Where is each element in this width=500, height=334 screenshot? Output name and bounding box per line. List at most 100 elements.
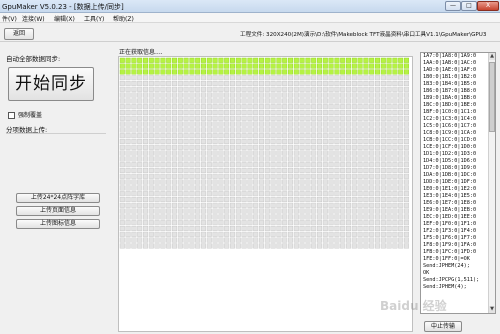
- progress-cell-empty: [404, 81, 410, 87]
- progress-cell-empty: [125, 104, 131, 110]
- progress-cell-empty: [235, 144, 241, 150]
- maximize-button[interactable]: □: [461, 1, 477, 11]
- menu-tools[interactable]: 工具(Y): [84, 14, 104, 23]
- progress-cell-empty: [264, 173, 270, 179]
- progress-cell-filled: [398, 63, 404, 69]
- progress-cell-empty: [131, 185, 137, 191]
- progress-cell-empty: [375, 237, 381, 243]
- progress-cell-empty: [258, 225, 264, 231]
- progress-cell-empty: [131, 110, 137, 116]
- progress-cell-empty: [148, 133, 154, 139]
- progress-cell-empty: [270, 179, 276, 185]
- progress-cell-empty: [351, 127, 357, 133]
- progress-cell-empty: [322, 196, 328, 202]
- watermark: Baidu 经验: [380, 299, 447, 313]
- log-line: Send:JPCPG(1,511);: [423, 277, 480, 283]
- progress-cell-empty: [363, 138, 369, 144]
- progress-cell-empty: [369, 237, 375, 243]
- progress-cell-empty: [119, 231, 125, 237]
- progress-cell-empty: [206, 144, 212, 150]
- progress-cell-empty: [241, 231, 247, 237]
- progress-cell-filled: [270, 57, 276, 63]
- menu-help[interactable]: 帮助(Z): [113, 14, 134, 23]
- progress-cell-empty: [282, 220, 288, 226]
- progress-cell-filled: [305, 69, 311, 75]
- progress-cell-empty: [253, 208, 259, 214]
- progress-cell-empty: [282, 243, 288, 249]
- progress-cell-empty: [345, 110, 351, 116]
- progress-cell-empty: [369, 220, 375, 226]
- progress-cell-empty: [369, 167, 375, 173]
- progress-cell-empty: [305, 81, 311, 87]
- progress-cell-empty: [392, 144, 398, 150]
- progress-cell-empty: [166, 196, 172, 202]
- progress-cell-empty: [247, 179, 253, 185]
- progress-cell-empty: [311, 104, 317, 110]
- progress-cell-empty: [328, 179, 334, 185]
- progress-cell-empty: [322, 179, 328, 185]
- progress-cell-empty: [253, 150, 259, 156]
- progress-cell-empty: [264, 196, 270, 202]
- progress-cell-empty: [293, 133, 299, 139]
- checkbox-box[interactable]: [8, 112, 15, 119]
- progress-cell-empty: [375, 162, 381, 168]
- minimize-button[interactable]: —: [445, 1, 461, 11]
- progress-cell-empty: [357, 220, 363, 226]
- upload-font-button[interactable]: 上传24*24点阵字库: [16, 193, 100, 203]
- upload-icon-button[interactable]: 上传图标信息: [16, 219, 100, 229]
- progress-cell-empty: [340, 127, 346, 133]
- progress-cell-empty: [229, 104, 235, 110]
- progress-cell-empty: [160, 220, 166, 226]
- progress-cell-empty: [316, 162, 322, 168]
- progress-cell-empty: [166, 144, 172, 150]
- progress-cell-empty: [229, 243, 235, 249]
- progress-cell-empty: [206, 220, 212, 226]
- start-sync-button[interactable]: 开始同步: [8, 67, 94, 101]
- progress-cell-empty: [247, 191, 253, 197]
- progress-cell-empty: [125, 185, 131, 191]
- progress-cell-empty: [119, 133, 125, 139]
- progress-cell-empty: [235, 98, 241, 104]
- scroll-down-icon[interactable]: ▼: [489, 306, 495, 313]
- progress-cell-empty: [247, 92, 253, 98]
- progress-cell-empty: [392, 173, 398, 179]
- progress-cell-empty: [363, 167, 369, 173]
- progress-cell-empty: [235, 150, 241, 156]
- progress-cell-empty: [166, 202, 172, 208]
- menu-connect[interactable]: 连接(W): [22, 14, 45, 23]
- progress-cell-empty: [311, 173, 317, 179]
- scroll-up-icon[interactable]: ▲: [489, 53, 495, 60]
- progress-cell-empty: [218, 214, 224, 220]
- progress-cell-empty: [183, 75, 189, 81]
- log-scrollbar[interactable]: ▲ ▼: [488, 53, 495, 313]
- progress-cell-empty: [316, 173, 322, 179]
- progress-cell-empty: [189, 202, 195, 208]
- close-button[interactable]: X: [477, 1, 499, 11]
- progress-cell-filled: [148, 63, 154, 69]
- progress-cell-empty: [369, 214, 375, 220]
- progress-cell-empty: [218, 196, 224, 202]
- back-button[interactable]: 返回: [4, 28, 34, 40]
- progress-cell-filled: [206, 57, 212, 63]
- progress-cell-filled: [282, 69, 288, 75]
- progress-cell-empty: [305, 98, 311, 104]
- force-update-checkbox[interactable]: 强制覆盖: [8, 110, 42, 119]
- progress-cell-empty: [143, 220, 149, 226]
- menu-view[interactable]: 件(V): [2, 14, 17, 23]
- stop-transfer-button[interactable]: 中止传输: [424, 321, 462, 332]
- progress-cell-filled: [363, 57, 369, 63]
- log-panel[interactable]: 1A7:0|1A8:0|1A9:0 1AA:0|1AB:0|1AC:0 1AD:0|…: [420, 52, 496, 314]
- progress-cell-empty: [137, 225, 143, 231]
- menu-edit[interactable]: 编辑(X): [54, 14, 75, 23]
- progress-cell-empty: [305, 167, 311, 173]
- progress-cell-empty: [137, 144, 143, 150]
- upload-page-button[interactable]: 上传页面信息: [16, 206, 100, 216]
- progress-cell-empty: [177, 156, 183, 162]
- progress-cell-empty: [172, 167, 178, 173]
- scroll-thumb[interactable]: [489, 62, 495, 132]
- progress-cell-empty: [305, 202, 311, 208]
- progress-cell-empty: [119, 75, 125, 81]
- progress-cell-empty: [258, 202, 264, 208]
- progress-cell-empty: [125, 92, 131, 98]
- progress-cell-empty: [340, 179, 346, 185]
